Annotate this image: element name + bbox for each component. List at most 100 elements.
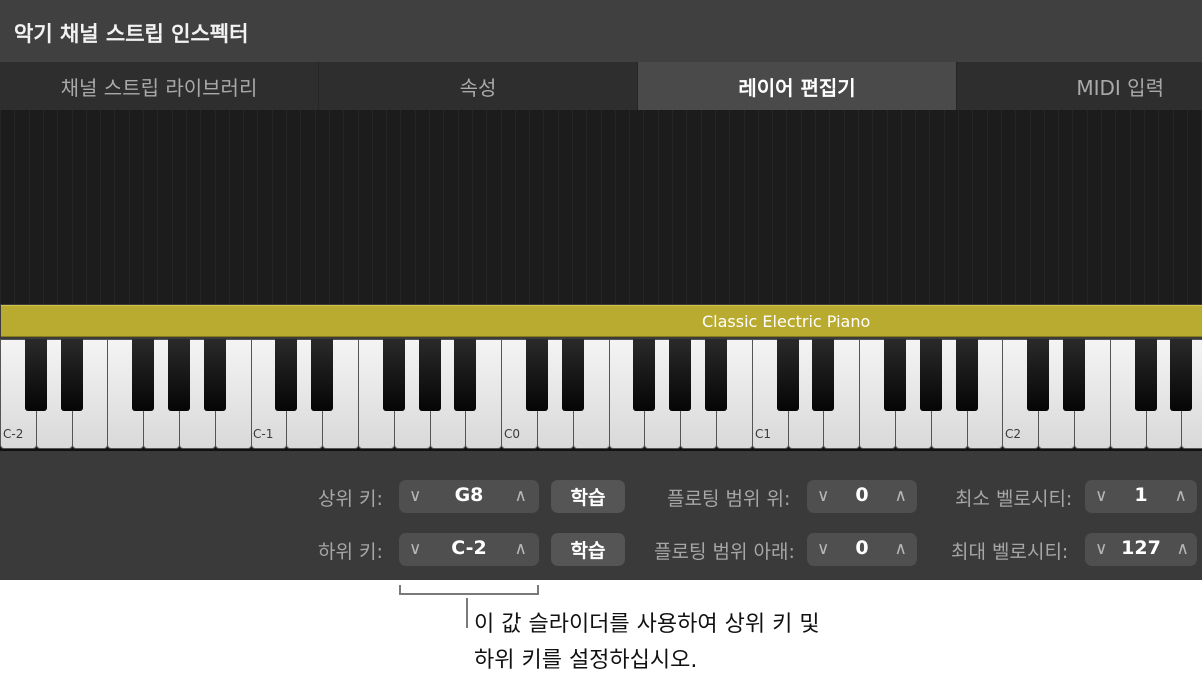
editor-grid-column — [157, 110, 158, 304]
callout-text: 이 값 슬라이더를 사용하여 상위 키 및 하위 키를 설정하십시오. — [474, 607, 820, 679]
black-key[interactable] — [812, 339, 835, 411]
editor-grid-column — [329, 110, 330, 304]
tab-properties[interactable]: 속성 — [319, 62, 638, 110]
lower-key-stepper[interactable]: ∨ C-2 ∧ — [399, 533, 539, 566]
chevron-up-icon[interactable]: ∧ — [895, 486, 907, 506]
editor-grid-column — [629, 110, 630, 304]
editor-grid-column — [1072, 110, 1073, 304]
floating-range-up-stepper[interactable]: ∨ 0 ∧ — [807, 480, 917, 513]
editor-grid-column — [601, 110, 602, 304]
editor-grid-column — [343, 110, 344, 304]
black-key[interactable] — [60, 339, 83, 411]
editor-grid-column — [1158, 110, 1159, 304]
editor-grid-column — [558, 110, 559, 304]
editor-grid-column — [143, 110, 144, 304]
black-key[interactable] — [633, 339, 656, 411]
editor-grid-column — [43, 110, 44, 304]
black-key[interactable] — [919, 339, 942, 411]
black-key[interactable] — [203, 339, 226, 411]
octave-label-c0: C0 — [504, 427, 521, 441]
upper-key-learn-button[interactable]: 학습 — [551, 480, 625, 513]
black-key[interactable] — [1170, 339, 1193, 411]
editor-grid-column — [72, 110, 73, 304]
editor-grid-column — [772, 110, 773, 304]
octave-label-c-1: C-1 — [253, 427, 274, 441]
chevron-up-icon[interactable]: ∧ — [1177, 539, 1189, 559]
editor-grid-column — [358, 110, 359, 304]
editor-grid-column — [958, 110, 959, 304]
callout-line-1: 이 값 슬라이더를 사용하여 상위 키 및 — [474, 612, 820, 637]
editor-grid-column — [758, 110, 759, 304]
min-velocity-stepper[interactable]: ∨ 1 ∧ — [1085, 480, 1197, 513]
callout-leader-line — [466, 598, 468, 628]
editor-grid-column — [872, 110, 873, 304]
editor-grid-column — [429, 110, 430, 304]
editor-grid-column — [215, 110, 216, 304]
editor-grid-column — [901, 110, 902, 304]
black-key[interactable] — [275, 339, 298, 411]
tab-label: 채널 스트립 라이브러리 — [60, 75, 258, 100]
black-key[interactable] — [1027, 339, 1050, 411]
max-velocity-stepper[interactable]: ∨ 127 ∧ — [1085, 533, 1197, 566]
editor-grid-column — [1187, 110, 1188, 304]
black-key[interactable] — [705, 339, 727, 411]
editor-grid-column — [415, 110, 416, 304]
black-key[interactable] — [311, 339, 334, 411]
editor-grid-column — [243, 110, 244, 304]
layer-editor-area[interactable] — [0, 110, 1202, 304]
chevron-up-icon[interactable]: ∧ — [895, 539, 907, 559]
tab-label: MIDI 입력 — [1076, 75, 1164, 100]
black-key[interactable] — [526, 339, 548, 411]
editor-grid-column — [57, 110, 58, 304]
editor-grid-column — [543, 110, 544, 304]
chevron-up-icon[interactable]: ∧ — [1175, 486, 1187, 506]
editor-grid-column — [815, 110, 816, 304]
editor-grid-column — [272, 110, 273, 304]
editor-grid-column — [1058, 110, 1059, 304]
editor-grid-column — [786, 110, 787, 304]
black-key[interactable] — [669, 339, 692, 411]
black-key[interactable] — [24, 339, 47, 411]
floating-range-up-label: 플로팅 범위 위: — [667, 488, 791, 510]
tab-channel-strip-library[interactable]: 채널 스트립 라이브러리 — [0, 62, 319, 110]
black-key[interactable] — [884, 339, 906, 411]
tab-label: 속성 — [459, 75, 497, 100]
black-key[interactable] — [1063, 339, 1085, 411]
editor-grid-column — [186, 110, 187, 304]
editor-grid-column — [172, 110, 173, 304]
editor-grid-column — [129, 110, 130, 304]
black-key[interactable] — [454, 339, 477, 411]
lower-key-learn-button[interactable]: 학습 — [551, 533, 625, 566]
black-key[interactable] — [1134, 339, 1157, 411]
piano-keyboard[interactable] — [0, 339, 1202, 451]
chevron-up-icon[interactable]: ∧ — [515, 539, 527, 559]
editor-grid-column — [1030, 110, 1031, 304]
chevron-up-icon[interactable]: ∧ — [515, 486, 527, 506]
editor-grid-column — [315, 110, 316, 304]
black-key[interactable] — [382, 339, 405, 411]
window-title: 악기 채널 스트립 인스펙터 — [14, 22, 249, 46]
black-key[interactable] — [561, 339, 584, 411]
editor-grid-column — [829, 110, 830, 304]
editor-grid-column — [643, 110, 644, 304]
editor-grid-column — [686, 110, 687, 304]
black-key[interactable] — [418, 339, 441, 411]
black-key[interactable] — [776, 339, 799, 411]
black-key[interactable] — [132, 339, 155, 411]
editor-grid-column — [729, 110, 730, 304]
black-key[interactable] — [168, 339, 190, 411]
layer-range-bar[interactable]: Classic Electric Piano — [1, 305, 1202, 337]
black-key[interactable] — [955, 339, 978, 411]
editor-grid-column — [1044, 110, 1045, 304]
editor-grid-column — [744, 110, 745, 304]
editor-grid-column — [0, 110, 1, 304]
editor-grid-column — [300, 110, 301, 304]
upper-key-stepper[interactable]: ∨ G8 ∧ — [399, 480, 539, 513]
tab-midi-input[interactable]: MIDI 입력 — [957, 62, 1202, 110]
editor-grid-column — [29, 110, 30, 304]
editor-grid-column — [501, 110, 502, 304]
editor-grid-column — [386, 110, 387, 304]
max-velocity-label: 최대 벨로시티: — [951, 541, 1069, 563]
tab-layer-editor[interactable]: 레이어 편집기 — [638, 62, 957, 110]
floating-range-down-stepper[interactable]: ∨ 0 ∧ — [807, 533, 917, 566]
